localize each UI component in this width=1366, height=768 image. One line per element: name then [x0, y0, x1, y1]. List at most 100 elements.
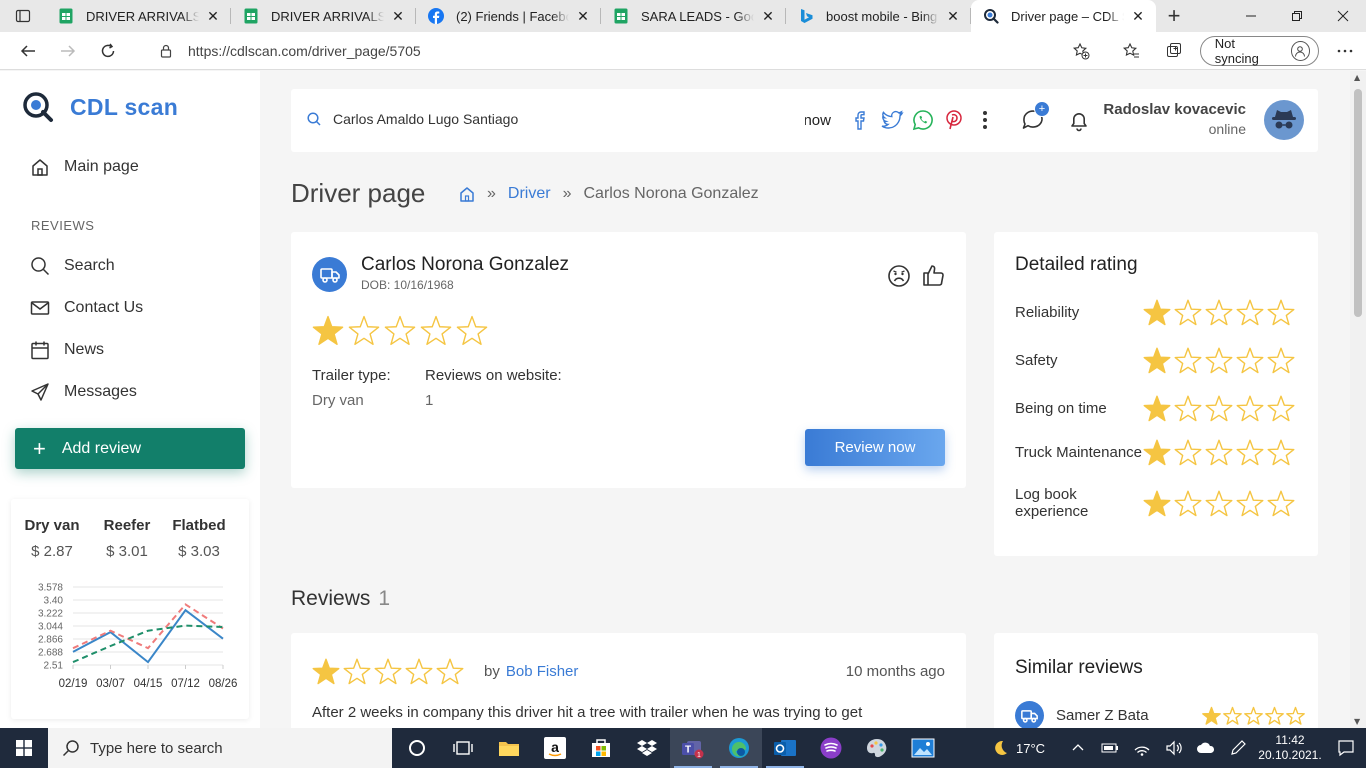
edge-button[interactable]: [716, 728, 762, 768]
settings-more-button[interactable]: [1323, 35, 1366, 67]
url-text: https://cdlscan.com/driver_page/5705: [188, 43, 421, 59]
facebook-share-icon[interactable]: [845, 109, 876, 131]
star-empty-icon: [1236, 394, 1264, 422]
browser-tab[interactable]: DRIVER ARRIVALS Nov ✕: [231, 0, 416, 32]
outlook-button[interactable]: [762, 728, 808, 768]
close-tab-icon[interactable]: ✕: [760, 8, 776, 25]
store-button[interactable]: [578, 728, 624, 768]
notifications-icon[interactable]: [1326, 728, 1366, 768]
volume-icon[interactable]: [1158, 728, 1190, 768]
breadcrumb-driver-link[interactable]: Driver: [508, 185, 551, 203]
facebook-icon: [428, 8, 444, 24]
close-tab-icon[interactable]: ✕: [575, 8, 591, 25]
dropbox-button[interactable]: [624, 728, 670, 768]
file-explorer-button[interactable]: [486, 728, 532, 768]
teams-button[interactable]: T1: [670, 728, 716, 768]
profile-sync-button[interactable]: Not syncing: [1199, 36, 1320, 66]
paint-button[interactable]: [854, 728, 900, 768]
podcast-app-button[interactable]: [808, 728, 854, 768]
sidebar-item-search[interactable]: Search: [30, 256, 115, 276]
review-now-button[interactable]: Review now: [805, 429, 945, 466]
driver-card: Carlos Norona Gonzalez DOB: 10/16/1968 T…: [291, 232, 966, 488]
add-favorite-icon[interactable]: [1072, 42, 1090, 60]
sidebar-item-news[interactable]: News: [30, 340, 104, 360]
sidebar: CDL scan Main page REVIEWS Search Contac…: [0, 71, 260, 728]
user-name[interactable]: Radoslav kovacevic: [1103, 101, 1246, 118]
browser-tab[interactable]: DRIVER ARRIVALS Nov ✕: [46, 0, 231, 32]
weather-moon-icon[interactable]: [984, 728, 1016, 768]
browser-tab[interactable]: SARA LEADS - Google ✕: [601, 0, 786, 32]
edge-icon: [729, 738, 749, 758]
star-empty-icon: [1244, 706, 1263, 725]
scroll-down-arrow-icon[interactable]: ▼: [1354, 717, 1360, 726]
taskbar-clock[interactable]: 11:42 20.10.2021.: [1254, 733, 1326, 763]
minimize-button[interactable]: [1228, 0, 1274, 32]
sad-face-icon[interactable]: [887, 264, 911, 288]
photos-button[interactable]: [900, 728, 946, 768]
twitter-share-icon[interactable]: [876, 109, 907, 131]
scrollbar-thumb[interactable]: [1354, 89, 1362, 317]
breadcrumb-separator: »: [562, 185, 572, 202]
battery-icon[interactable]: [1094, 728, 1126, 768]
taskbar-search-box[interactable]: Type here to search: [48, 728, 392, 768]
start-button[interactable]: [0, 728, 48, 768]
logo[interactable]: CDL scan: [22, 91, 178, 123]
bell-icon[interactable]: [1068, 109, 1090, 133]
reviews-count-value: 1: [425, 392, 434, 409]
whatsapp-share-icon[interactable]: [907, 109, 938, 131]
back-button[interactable]: [8, 35, 48, 67]
new-tab-button[interactable]: +: [1156, 0, 1192, 32]
search-input[interactable]: Carlos Amaldo Lugo Santiago: [333, 111, 518, 127]
breadcrumb-home-icon[interactable]: [459, 186, 475, 202]
close-tab-icon[interactable]: ✕: [390, 8, 406, 25]
svg-text:a: a: [551, 739, 559, 755]
sidebar-item-contact-us[interactable]: Contact Us: [30, 298, 143, 318]
cdlscan-icon: [983, 8, 999, 24]
share-label: now: [805, 111, 831, 129]
user-avatar[interactable]: [1264, 100, 1304, 140]
tab-title: SARA LEADS - Google: [641, 8, 754, 24]
browser-tab[interactable]: boost mobile - Bing ✕: [786, 0, 971, 32]
close-tab-icon[interactable]: ✕: [1130, 8, 1146, 25]
task-view-button[interactable]: [440, 728, 486, 768]
star-empty-icon: [1265, 706, 1284, 725]
pen-icon[interactable]: [1222, 728, 1254, 768]
similar-review-item[interactable]: Samer Z Bata: [1015, 701, 1305, 728]
close-tab-icon[interactable]: ✕: [205, 8, 221, 25]
scroll-up-arrow-icon[interactable]: ▲: [1354, 73, 1360, 82]
address-bar: https://cdlscan.com/driver_page/5705 Not…: [0, 32, 1366, 70]
collections-button[interactable]: [1153, 35, 1196, 67]
review-author-link[interactable]: Bob Fisher: [506, 663, 579, 680]
chart-x-tick-label: 08/26: [209, 678, 238, 690]
google-sheets-icon: [58, 8, 74, 24]
url-field[interactable]: https://cdlscan.com/driver_page/5705: [145, 35, 1100, 67]
refresh-button[interactable]: [88, 35, 128, 67]
restore-button[interactable]: [1274, 0, 1320, 32]
sidebar-item-main-page[interactable]: Main page: [30, 157, 139, 177]
sidebar-item-messages[interactable]: Messages: [30, 382, 137, 402]
page-title: Driver page: [291, 178, 426, 208]
wifi-icon[interactable]: [1126, 728, 1158, 768]
weather-temperature[interactable]: 17°C: [1016, 741, 1062, 756]
chevron-up-icon[interactable]: [1062, 728, 1094, 768]
add-review-button[interactable]: + Add review: [15, 428, 245, 469]
favorites-button[interactable]: [1110, 35, 1153, 67]
tab-actions-button[interactable]: [0, 0, 46, 32]
svg-text:T: T: [685, 745, 691, 756]
star-empty-icon: [1205, 489, 1233, 517]
close-tab-icon[interactable]: ✕: [945, 8, 961, 25]
thumbs-up-icon[interactable]: [921, 262, 947, 288]
browser-tab[interactable]: (2) Friends | Facebook ✕: [416, 0, 601, 32]
rating-stars: [1143, 298, 1295, 326]
forward-button[interactable]: [48, 35, 88, 67]
more-vertical-icon[interactable]: [969, 109, 1000, 131]
star-filled-icon: [1143, 298, 1171, 326]
browser-tab[interactable]: Driver page – CDL Sca ✕: [971, 0, 1156, 32]
cortana-button[interactable]: [394, 728, 440, 768]
onedrive-cloud-icon[interactable]: [1190, 728, 1222, 768]
vertical-scrollbar[interactable]: ▲ ▼: [1350, 71, 1366, 728]
reviews-count: 1: [378, 587, 391, 610]
pinterest-share-icon[interactable]: [938, 109, 969, 131]
close-window-button[interactable]: [1320, 0, 1366, 32]
amazon-button[interactable]: a: [532, 728, 578, 768]
